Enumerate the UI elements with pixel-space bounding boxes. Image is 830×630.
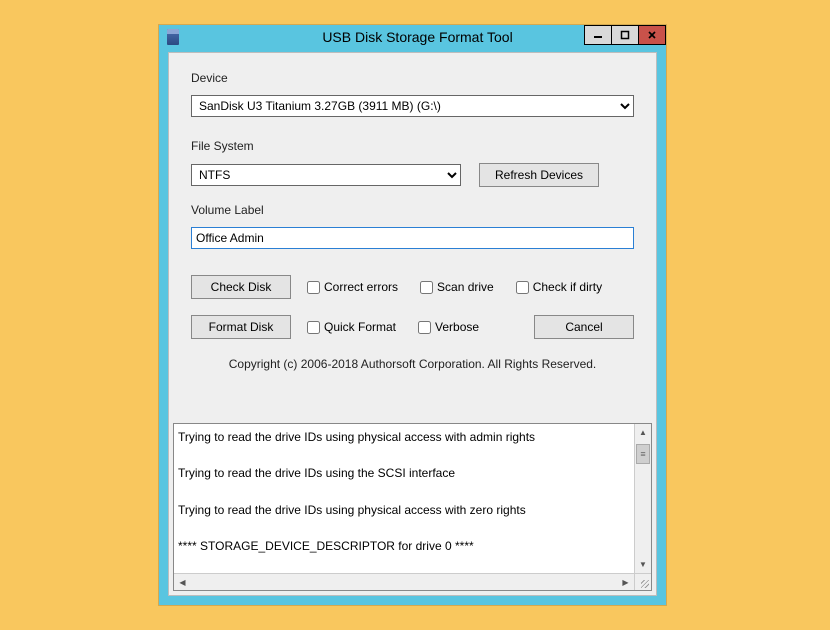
quick-format-checkbox[interactable]: Quick Format [307,320,396,334]
correct-errors-label: Correct errors [324,280,398,294]
maximize-icon [620,30,630,40]
log-line: Trying to read the drive IDs using physi… [178,503,630,517]
check-dirty-checkbox[interactable]: Check if dirty [516,280,602,294]
vertical-scrollbar[interactable]: ▲ ≡ ▼ [634,424,651,573]
format-row: Format Disk Quick Format Verbose Cancel [191,315,634,339]
client-area: Device SanDisk U3 Titanium 3.27GB (3911 … [168,52,657,596]
log-line: Trying to read the drive IDs using the S… [178,466,630,480]
log-panel: Trying to read the drive IDs using physi… [173,423,652,591]
chevron-left-icon: ◀ [179,578,185,587]
filesystem-label: File System [191,139,634,153]
scan-drive-checkbox[interactable]: Scan drive [420,280,494,294]
log-content[interactable]: Trying to read the drive IDs using physi… [174,424,634,573]
scroll-down-button[interactable]: ▼ [635,556,651,573]
copyright-text: Copyright (c) 2006-2018 Authorsoft Corpo… [191,357,634,371]
app-window: USB Disk Storage Format Tool Device SanD… [159,25,666,605]
verbose-label: Verbose [435,320,479,334]
check-disk-button[interactable]: Check Disk [191,275,291,299]
chevron-down-icon: ▼ [639,560,647,569]
chevron-up-icon: ▲ [639,428,647,437]
device-select[interactable]: SanDisk U3 Titanium 3.27GB (3911 MB) (G:… [191,95,634,117]
minimize-icon [593,30,603,40]
log-line: Trying to read the drive IDs using physi… [178,430,630,444]
volume-label-input[interactable] [191,227,634,249]
check-dirty-label: Check if dirty [533,280,602,294]
maximize-button[interactable] [611,25,639,45]
close-icon [647,30,657,40]
refresh-devices-button[interactable]: Refresh Devices [479,163,599,187]
verbose-checkbox[interactable]: Verbose [418,320,479,334]
scroll-right-button[interactable]: ▶ [617,574,634,590]
horizontal-scrollbar[interactable]: ◀ ▶ [174,573,634,590]
scan-drive-label: Scan drive [437,280,494,294]
cancel-button[interactable]: Cancel [534,315,634,339]
app-icon [167,29,179,45]
titlebar[interactable]: USB Disk Storage Format Tool [159,25,666,49]
close-button[interactable] [638,25,666,45]
window-controls [585,25,666,45]
scroll-left-button[interactable]: ◀ [174,574,191,590]
quick-format-label: Quick Format [324,320,396,334]
resize-grip[interactable] [634,573,651,590]
scroll-thumb[interactable]: ≡ [636,444,650,464]
filesystem-select[interactable]: NTFS [191,164,461,186]
volume-label-label: Volume Label [191,203,634,217]
form-area: Device SanDisk U3 Titanium 3.27GB (3911 … [169,53,656,387]
format-disk-button[interactable]: Format Disk [191,315,291,339]
filesystem-row: NTFS Refresh Devices [191,163,634,187]
scroll-up-button[interactable]: ▲ [635,424,651,441]
device-label: Device [191,71,634,85]
log-line: **** STORAGE_DEVICE_DESCRIPTOR for drive… [178,539,630,553]
chevron-right-icon: ▶ [622,578,628,587]
correct-errors-checkbox[interactable]: Correct errors [307,280,398,294]
check-row: Check Disk Correct errors Scan drive Che… [191,275,634,299]
minimize-button[interactable] [584,25,612,45]
